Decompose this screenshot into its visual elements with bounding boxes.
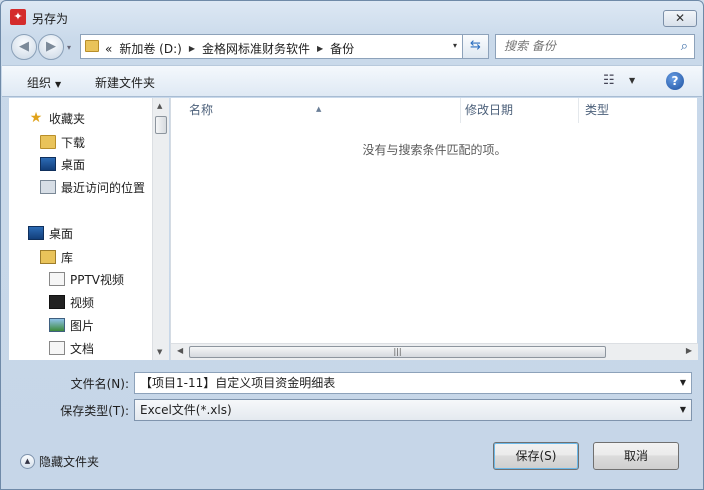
search-icon[interactable]: ⌕ — [681, 39, 688, 54]
organize-button[interactable]: 组织 ▼ — [27, 74, 61, 91]
navigation-scrollbar[interactable]: ▲ ▼ — [152, 98, 169, 360]
window-title: 另存为 — [32, 12, 69, 26]
empty-message: 没有与搜索条件匹配的项。 — [362, 143, 507, 157]
breadcrumb-overflow[interactable]: « — [105, 42, 112, 56]
forward-button[interactable]: ▶ — [38, 34, 64, 60]
star-icon: ★ — [29, 110, 43, 126]
search-box[interactable]: ⌕ — [495, 34, 695, 59]
column-label: 名称 — [189, 103, 214, 117]
sidebar-item-desktop[interactable]: 桌面 — [28, 224, 73, 242]
refresh-button[interactable]: ⇆ — [463, 34, 489, 59]
document-icon — [49, 341, 65, 355]
sidebar-item-favorites[interactable]: ★ 收藏夹 — [28, 109, 85, 127]
sidebar-item-label: 最近访问的位置 — [61, 180, 146, 195]
sidebar-item-label: 桌面 — [61, 157, 86, 172]
column-header-type[interactable]: 类型 — [579, 98, 698, 123]
scrollbar-thumb[interactable]: ||| — [189, 346, 606, 358]
toolbar: 组织 ▼ 新建文件夹 ☷ ▼ ? — [2, 65, 702, 97]
filename-input[interactable] — [140, 373, 660, 392]
navigation-pane: ★ 收藏夹 下载 桌面 最近访问的位置 桌面 库 PPTV视频 视频 图片 文档 — [9, 98, 152, 360]
scroll-left-icon[interactable]: ◀ — [177, 346, 183, 355]
address-bar[interactable]: « 新加卷 (D:) ▶ 金格网标准财务软件 ▶ 备份 ▾ — [80, 34, 463, 59]
sidebar-item-label: 下载 — [61, 135, 86, 150]
scrollbar-thumb[interactable] — [155, 116, 167, 134]
column-header-date[interactable]: 修改日期 — [461, 98, 579, 123]
filetype-label: 保存类型(T): — [60, 404, 129, 418]
sidebar-item-pptv[interactable]: PPTV视频 — [49, 270, 124, 288]
sidebar-item-desktop-favorite[interactable]: 桌面 — [40, 155, 85, 173]
address-dropdown-icon[interactable]: ▾ — [453, 41, 457, 50]
sidebar-item-downloads[interactable]: 下载 — [40, 133, 85, 151]
back-button[interactable]: ◀ — [11, 34, 37, 60]
picture-icon — [49, 318, 65, 332]
desktop-icon — [28, 226, 44, 240]
filetype-select[interactable]: Excel文件(*.xls) ▼ — [134, 399, 692, 421]
collapse-up-icon: ▲ — [20, 454, 35, 469]
sidebar-item-label: 图片 — [70, 318, 95, 333]
scroll-up-icon[interactable]: ▲ — [157, 102, 162, 110]
breadcrumb-item[interactable]: 备份 — [330, 40, 354, 57]
chevron-down-icon[interactable]: ▼ — [680, 373, 686, 393]
recent-places-icon — [40, 180, 56, 194]
file-list: 名称 ▲ 修改日期 类型 没有与搜索条件匹配的项。 ◀ ||| ▶ — [170, 98, 698, 360]
breadcrumb-item[interactable]: 新加卷 (D:) — [119, 40, 181, 57]
title-bar: ✦ 另存为 ✕ — [1, 1, 703, 31]
filename-combobox[interactable]: ▼ — [134, 372, 692, 394]
app-icon: ✦ — [10, 9, 26, 25]
sidebar-item-recent-places[interactable]: 最近访问的位置 — [40, 178, 145, 196]
folder-icon — [85, 40, 99, 52]
sidebar-item-videos[interactable]: 视频 — [49, 293, 94, 311]
sidebar-item-label: 文档 — [70, 341, 95, 356]
sidebar-item-pictures[interactable]: 图片 — [49, 316, 94, 334]
save-button[interactable]: 保存(S) — [493, 442, 579, 470]
breadcrumb-item[interactable]: 金格网标准财务软件 — [202, 40, 310, 57]
filetype-value: Excel文件(*.xls) — [140, 403, 232, 417]
cancel-button[interactable]: 取消 — [593, 442, 679, 470]
chevron-right-icon[interactable]: ▶ — [189, 44, 195, 53]
sidebar-item-libraries[interactable]: 库 — [40, 248, 73, 266]
libraries-icon — [40, 250, 56, 264]
save-as-dialog: ✦ 另存为 ✕ ◀ ▶ ▾ « 新加卷 (D:) ▶ 金格网标准财务软件 ▶ 备… — [0, 0, 704, 490]
refresh-icon: ⇆ — [470, 38, 481, 53]
chevron-right-icon[interactable]: ▶ — [317, 44, 323, 53]
help-icon[interactable]: ? — [666, 72, 684, 90]
downloads-folder-icon — [40, 135, 56, 149]
desktop-icon — [40, 157, 56, 171]
sidebar-item-label: 视频 — [70, 295, 95, 310]
dialog-footer: ▲ 隐藏文件夹 保存(S) 取消 — [2, 431, 702, 489]
library-folder-icon — [49, 272, 65, 286]
view-dropdown-icon[interactable]: ▼ — [629, 76, 635, 85]
view-options-icon[interactable]: ☷ — [603, 73, 615, 88]
history-dropdown-icon[interactable]: ▾ — [67, 43, 71, 52]
column-header-name[interactable]: 名称 ▲ — [171, 98, 461, 123]
sidebar-item-label: PPTV视频 — [70, 272, 125, 287]
horizontal-scrollbar[interactable]: ◀ ||| ▶ — [171, 343, 698, 360]
sidebar-item-documents[interactable]: 文档 — [49, 339, 94, 357]
video-icon — [49, 295, 65, 309]
sidebar-item-label: 收藏夹 — [49, 111, 86, 126]
chevron-down-icon: ▼ — [55, 80, 62, 89]
hide-folders-label: 隐藏文件夹 — [39, 455, 100, 469]
scroll-down-icon[interactable]: ▼ — [157, 348, 162, 356]
sidebar-item-label: 库 — [61, 250, 74, 265]
chevron-down-icon[interactable]: ▼ — [680, 400, 686, 420]
filename-label: 文件名(N): — [70, 377, 129, 391]
sidebar-item-label: 桌面 — [49, 226, 74, 241]
organize-label: 组织 — [27, 76, 52, 90]
close-button[interactable]: ✕ — [663, 10, 697, 27]
search-input[interactable] — [504, 35, 674, 57]
scroll-right-icon[interactable]: ▶ — [686, 346, 692, 355]
breadcrumb: « 新加卷 (D:) ▶ 金格网标准财务软件 ▶ 备份 — [105, 40, 354, 57]
sort-ascending-icon: ▲ — [316, 105, 322, 113]
new-folder-button[interactable]: 新建文件夹 — [95, 74, 155, 91]
hide-folders-toggle[interactable]: ▲ 隐藏文件夹 — [20, 453, 99, 470]
